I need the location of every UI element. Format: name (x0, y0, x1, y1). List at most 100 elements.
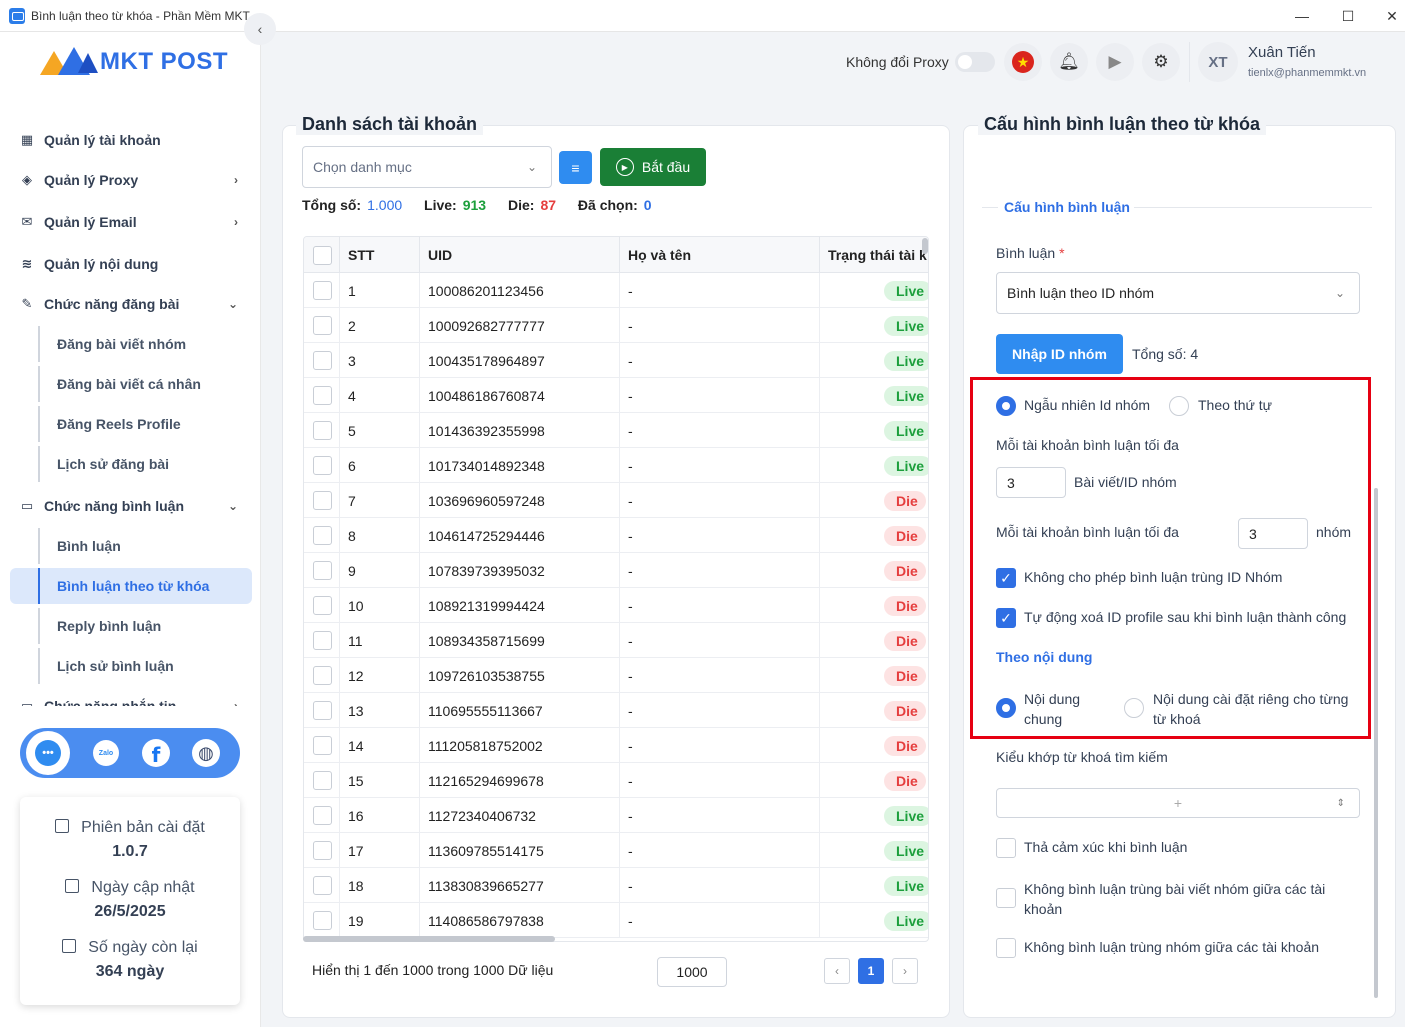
page-button-current[interactable]: 1 (858, 958, 884, 984)
page-size-input[interactable]: 1000 (657, 957, 727, 987)
sidebar-subitem-reels[interactable]: Đăng Reels Profile (38, 406, 252, 442)
table-row[interactable]: 3 100435178964897- Live (304, 343, 928, 378)
selected-label: Đã chọn: (577, 197, 638, 213)
row-checkbox[interactable] (313, 841, 332, 860)
table-row[interactable]: 11 108934358715699- Die (304, 623, 928, 658)
sidebar-item-messaging[interactable]: ▭ Chức năng nhắn tin › (10, 688, 252, 706)
react-checkbox[interactable] (996, 838, 1016, 858)
start-button[interactable]: ▶ Bắt đầu (600, 148, 706, 186)
table-row[interactable]: 16 11272340406732- Live (304, 798, 928, 833)
sidebar-item-posting[interactable]: ✎ Chức năng đăng bài ⌄ (10, 286, 252, 322)
row-checkbox[interactable] (313, 666, 332, 685)
row-checkbox[interactable] (313, 421, 332, 440)
column-header-name[interactable]: Họ và tên (620, 237, 820, 273)
table-row[interactable]: 7 103696960597248- Die (304, 483, 928, 518)
no-dup-group-acc-checkbox[interactable] (996, 938, 1016, 958)
status-badge: Die (884, 665, 926, 686)
row-checkbox[interactable] (313, 386, 332, 405)
row-checkbox[interactable] (313, 316, 332, 335)
table-row[interactable]: 19 114086586797838- Live (304, 903, 928, 938)
row-checkbox[interactable] (313, 526, 332, 545)
row-checkbox[interactable] (313, 281, 332, 300)
selected-value: 0 (643, 197, 652, 213)
row-checkbox[interactable] (313, 351, 332, 370)
cell-name: - (620, 658, 820, 693)
column-header-uid[interactable]: UID (420, 237, 620, 273)
sidebar-item-content[interactable]: ≋ Quản lý nội dung (10, 246, 252, 282)
table-row[interactable]: 8 104614725294446- Die (304, 518, 928, 553)
row-select-cell (304, 763, 340, 798)
close-button[interactable]: ✕ (1369, 0, 1405, 32)
status-badge: Die (884, 700, 926, 721)
sidebar: MKT POST ▦ Quản lý tài khoản ◈ Quản lý P… (0, 32, 261, 1027)
row-checkbox[interactable] (313, 736, 332, 755)
cell-uid: 11272340406732 (420, 798, 620, 833)
sidebar-item-email[interactable]: ✉ Quản lý Email › (10, 204, 252, 240)
table-row[interactable]: 10 108921319994424- Die (304, 588, 928, 623)
table-row[interactable]: 17 113609785514175- Live (304, 833, 928, 868)
row-checkbox[interactable] (313, 596, 332, 615)
react-label: Thả cảm xúc khi bình luận (1024, 839, 1188, 855)
table-row[interactable]: 18 113830839665277- Live (304, 868, 928, 903)
table-row[interactable]: 13 110695555113667- Die (304, 693, 928, 728)
table-row[interactable]: 1 100086201123456- Live (304, 273, 928, 308)
table-row[interactable]: 6 101734014892348- Live (304, 448, 928, 483)
row-checkbox[interactable] (313, 561, 332, 580)
sidebar-subitem-reply-comment[interactable]: Reply bình luận (38, 608, 252, 644)
sidebar-collapse-button[interactable]: ‹ (244, 13, 276, 45)
table-row[interactable]: 15 112165294699678- Die (304, 763, 928, 798)
sidebar-item-proxy[interactable]: ◈ Quản lý Proxy › (10, 162, 252, 198)
video-guide-button[interactable]: ▶ (1096, 43, 1134, 81)
sidebar-item-commenting[interactable]: ▭ Chức năng bình luận ⌄ (10, 488, 252, 524)
row-checkbox[interactable] (313, 456, 332, 475)
table-row[interactable]: 9 107839739395032- Die (304, 553, 928, 588)
notification-button[interactable]: 🔔︎ (1050, 43, 1088, 81)
column-header-stt[interactable]: STT (340, 237, 420, 273)
maximize-button[interactable]: ☐ (1325, 0, 1371, 32)
row-checkbox[interactable] (313, 876, 332, 895)
minimize-button[interactable]: — (1279, 0, 1325, 32)
table-row[interactable]: 12 109726103538755- Die (304, 658, 928, 693)
settings-button[interactable]: ⚙ (1142, 43, 1180, 81)
sidebar-subitem-comment[interactable]: Bình luận (38, 528, 252, 564)
table-row[interactable]: 4 100486186760874- Live (304, 378, 928, 413)
row-checkbox[interactable] (313, 631, 332, 650)
support-icon[interactable]: ••• (26, 731, 70, 775)
cell-uid: 112165294699678 (420, 763, 620, 798)
table-vertical-scrollbar[interactable] (922, 238, 928, 254)
match-type-select[interactable]: + ⇕ (996, 788, 1360, 818)
language-button[interactable]: ★ (1004, 43, 1042, 81)
table-row[interactable]: 2 100092682777777- Live (304, 308, 928, 343)
comment-type-select[interactable]: Bình luận theo ID nhóm ⌄ (996, 272, 1360, 314)
row-checkbox[interactable] (313, 911, 332, 930)
globe-icon[interactable]: ◍ (188, 735, 224, 771)
table-row[interactable]: 5 101436392355998- Live (304, 413, 928, 448)
sidebar-subitem-post-history[interactable]: Lịch sử đăng bài (38, 446, 252, 482)
sidebar-subitem-group-post[interactable]: Đăng bài viết nhóm (38, 326, 252, 362)
sidebar-subitem-comment-history[interactable]: Lịch sử bình luận (38, 648, 252, 684)
sidebar-subitem-keyword-comment[interactable]: Bình luận theo từ khóa (10, 568, 252, 604)
sidebar-item-accounts[interactable]: ▦ Quản lý tài khoản (10, 122, 252, 158)
next-page-button[interactable]: › (892, 958, 918, 984)
table-horizontal-scrollbar[interactable] (303, 936, 555, 942)
select-all-checkbox[interactable] (313, 245, 332, 265)
facebook-icon[interactable]: f (138, 735, 174, 771)
prev-page-button[interactable]: ‹ (824, 958, 850, 984)
row-checkbox[interactable] (313, 491, 332, 510)
row-checkbox[interactable] (313, 806, 332, 825)
column-header-status[interactable]: Trạng thái tài k (820, 237, 928, 273)
avatar[interactable]: XT (1198, 42, 1238, 82)
proxy-toggle[interactable] (955, 52, 995, 72)
sidebar-subitem-personal-post[interactable]: Đăng bài viết cá nhân (38, 366, 252, 402)
no-dup-post-checkbox[interactable] (996, 888, 1016, 908)
zalo-icon[interactable]: Zalo (88, 735, 124, 771)
filter-button[interactable]: ≡ (559, 151, 592, 184)
cell-stt: 12 (340, 658, 420, 693)
table-row[interactable]: 14 111205818752002- Die (304, 728, 928, 763)
row-checkbox[interactable] (313, 771, 332, 790)
config-scrollbar[interactable] (1374, 488, 1378, 998)
import-group-id-button[interactable]: Nhập ID nhóm (996, 334, 1123, 374)
brand-logo[interactable]: MKT POST (40, 44, 228, 80)
row-checkbox[interactable] (313, 701, 332, 720)
category-select[interactable]: Chọn danh mục ⌄ (302, 146, 552, 188)
